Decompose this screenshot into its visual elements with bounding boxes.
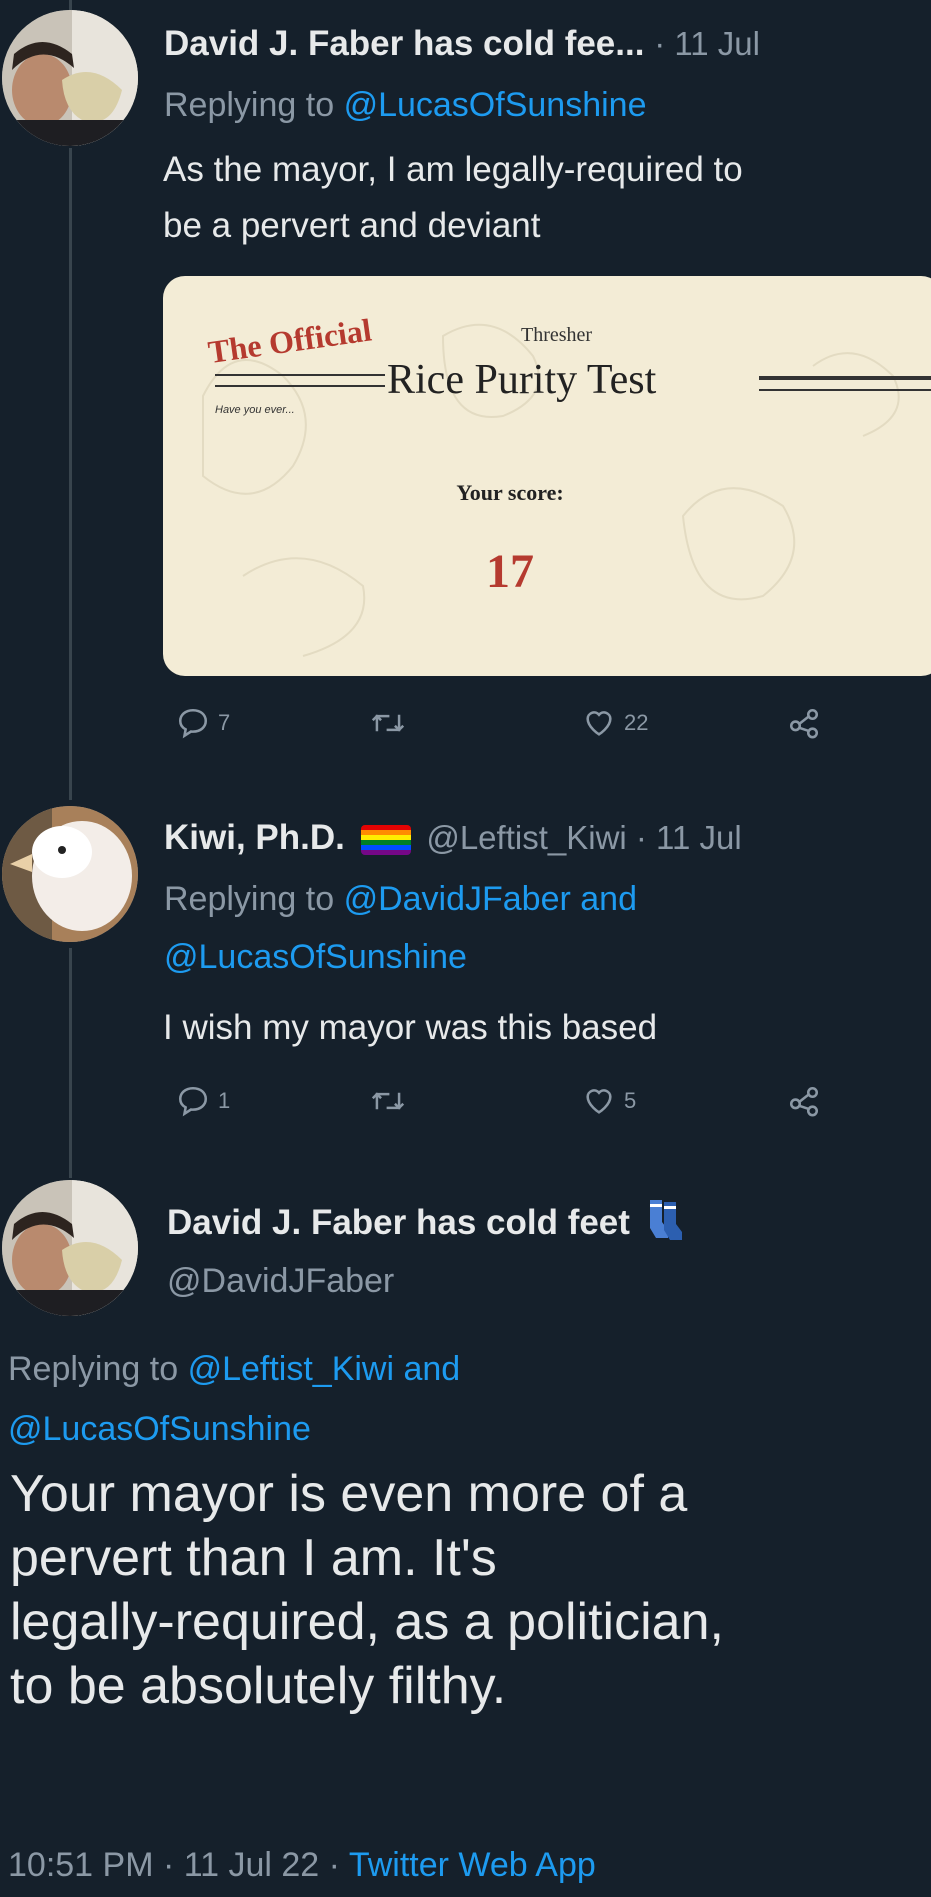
tweet-text-line: I wish my mayor was this based bbox=[163, 1008, 658, 1047]
tweet-text-line: be a pervert and deviant bbox=[163, 206, 541, 245]
thresher-label: Thresher bbox=[521, 324, 593, 346]
your-score-label: Your score: bbox=[456, 480, 564, 505]
socks-icon bbox=[646, 1198, 682, 1251]
retweet-button[interactable] bbox=[370, 706, 406, 740]
replying-to-label: Replying to bbox=[8, 1350, 179, 1388]
heart-icon bbox=[586, 1089, 612, 1114]
heart-icon bbox=[586, 711, 612, 736]
replying-to-label: Replying to bbox=[164, 86, 335, 124]
author-name[interactable]: David J. Faber has cold fee... bbox=[164, 24, 644, 63]
avatar[interactable] bbox=[2, 1180, 138, 1316]
like-count: 22 bbox=[624, 710, 649, 735]
retweet-icon bbox=[371, 1092, 405, 1110]
retweet-icon bbox=[371, 714, 405, 732]
mention-link[interactable]: @LucasOfSunshine bbox=[8, 1410, 311, 1448]
title-rule-left bbox=[215, 374, 385, 387]
mention-link[interactable]: @DavidJFaber and bbox=[344, 880, 637, 918]
avatar[interactable] bbox=[2, 10, 138, 146]
reply-icon bbox=[178, 1086, 208, 1117]
reply-button[interactable]: 7 bbox=[176, 706, 230, 740]
reply-button[interactable]: 1 bbox=[176, 1084, 230, 1118]
share-button[interactable] bbox=[786, 1084, 822, 1118]
attached-image-card[interactable]: The Official Thresher Rice Purity Test H… bbox=[163, 276, 931, 676]
like-button[interactable]: 5 bbox=[582, 1084, 636, 1118]
tweet-text-line: to be absolutely filthy. bbox=[10, 1657, 507, 1715]
like-button[interactable]: 22 bbox=[582, 706, 648, 740]
mention-link[interactable]: @LucasOfSunshine bbox=[344, 86, 647, 124]
handle-and-date[interactable]: @Leftist_Kiwi · 11 Jul bbox=[426, 819, 741, 856]
retweet-button[interactable] bbox=[370, 1084, 406, 1118]
author-name[interactable]: Kiwi, Ph.D. bbox=[164, 818, 345, 857]
share-button[interactable] bbox=[786, 706, 822, 740]
title-rule-right bbox=[759, 376, 931, 391]
tweet-source-link[interactable]: Twitter Web App bbox=[349, 1846, 596, 1884]
mention-link[interactable]: @Leftist_Kiwi and bbox=[188, 1350, 461, 1388]
author-handle[interactable]: @DavidJFaber bbox=[167, 1262, 394, 1301]
thread-line bbox=[69, 0, 72, 10]
mention-link[interactable]: @LucasOfSunshine bbox=[164, 938, 467, 976]
reply-icon bbox=[178, 708, 208, 739]
replying-to-label: Replying to bbox=[164, 880, 335, 918]
tweet-text: Your mayor is even more of a pervert tha… bbox=[10, 1462, 920, 1718]
share-icon bbox=[789, 708, 819, 739]
thread-line bbox=[69, 948, 72, 1178]
tweet-timestamp[interactable]: 10:51 PM · 11 Jul 22 · bbox=[8, 1846, 340, 1884]
rainbow-flag-icon bbox=[360, 824, 411, 855]
tweet-text-line: As the mayor, I am legally-required to bbox=[163, 150, 743, 189]
score-value: 17 bbox=[486, 545, 534, 598]
card-title: Rice Purity Test bbox=[387, 357, 657, 403]
avatar[interactable] bbox=[2, 806, 138, 942]
share-icon bbox=[789, 1086, 819, 1117]
tweet-text-line: legally-required, as a politician, bbox=[10, 1593, 724, 1651]
tweet-text-line: Your mayor is even more of a bbox=[10, 1465, 688, 1523]
reply-count: 7 bbox=[218, 710, 231, 735]
tweet-text-line: pervert than I am. It's bbox=[10, 1529, 497, 1587]
have-you-ever-label: Have you ever... bbox=[215, 404, 295, 416]
thread-line bbox=[69, 148, 72, 800]
reply-count: 1 bbox=[218, 1088, 231, 1113]
tweet-date[interactable]: · 11 Jul bbox=[654, 25, 760, 62]
like-count: 5 bbox=[624, 1088, 637, 1113]
author-name[interactable]: David J. Faber has cold feet bbox=[167, 1203, 630, 1242]
